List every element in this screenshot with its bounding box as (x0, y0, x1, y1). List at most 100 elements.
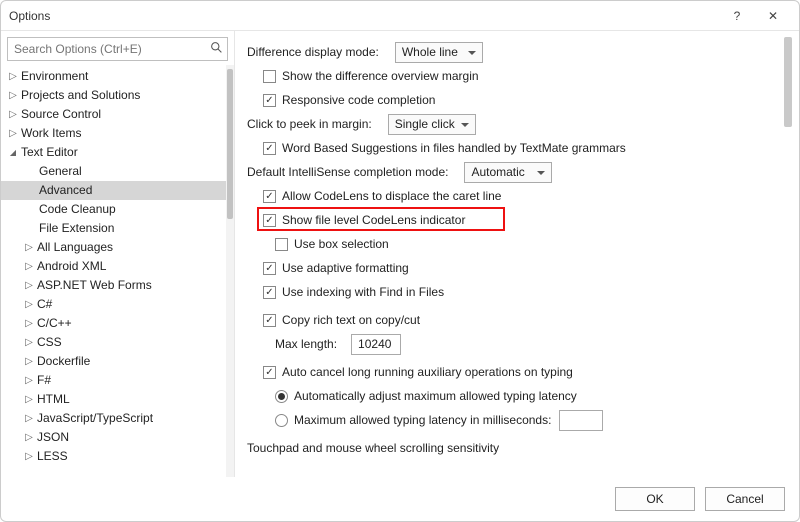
checkbox-icon[interactable] (263, 94, 276, 107)
checkbox-icon[interactable] (263, 366, 276, 379)
dialog-body: ▷Environment▷Projects and Solutions▷Sour… (1, 31, 799, 477)
row-show-diff-overview[interactable]: Show the difference overview margin (247, 65, 781, 87)
chevron-right-icon[interactable]: ▷ (23, 447, 35, 466)
tree-node[interactable]: ▷Source Control (1, 105, 226, 124)
search-icon (210, 41, 223, 57)
checkbox-icon[interactable] (263, 262, 276, 275)
tree-node[interactable]: ▷Dockerfile (1, 352, 226, 371)
tree-node-label: C/C++ (35, 314, 72, 333)
checkbox-icon[interactable] (263, 190, 276, 203)
tree-node-label: HTML (35, 390, 70, 409)
chevron-right-icon[interactable]: ▷ (7, 67, 19, 86)
chevron-right-icon[interactable]: ▷ (23, 428, 35, 447)
tree-node[interactable]: ▷C# (1, 295, 226, 314)
chevron-right-icon[interactable]: ▷ (7, 86, 19, 105)
row-use-adaptive-fmt[interactable]: Use adaptive formatting (247, 257, 781, 279)
click-peek-combo[interactable]: Single click (388, 114, 476, 135)
settings-content: Difference display mode: Whole line Show… (235, 31, 781, 477)
row-max-length: Max length: 10240 (247, 333, 781, 355)
tree-node-label: ASP.NET Web Forms (35, 276, 152, 295)
tree-node[interactable]: ▷Environment (1, 67, 226, 86)
tree-wrap: ▷Environment▷Projects and Solutions▷Sour… (1, 65, 234, 477)
checkbox-icon[interactable] (263, 214, 276, 227)
use-box-selection-label: Use box selection (294, 237, 389, 251)
checkbox-icon[interactable] (263, 314, 276, 327)
ok-label: OK (646, 492, 663, 506)
tree-node[interactable]: ▷Work Items (1, 124, 226, 143)
ok-button[interactable]: OK (615, 487, 695, 511)
tree-node[interactable]: Advanced (1, 181, 226, 200)
checkbox-icon[interactable] (275, 238, 288, 251)
tree-node[interactable]: ▷HTML (1, 390, 226, 409)
tree-node[interactable]: ▷ASP.NET Web Forms (1, 276, 226, 295)
max-latency-input[interactable] (559, 410, 603, 431)
tree-node-label: Projects and Solutions (19, 86, 140, 105)
row-copy-rich-text[interactable]: Copy rich text on copy/cut (247, 309, 781, 331)
chevron-right-icon[interactable]: ▷ (23, 409, 35, 428)
row-auto-adjust-latency[interactable]: Automatically adjust maximum allowed typ… (247, 385, 781, 407)
radio-icon[interactable] (275, 390, 288, 403)
intellisense-combo[interactable]: Automatic (464, 162, 552, 183)
chevron-right-icon[interactable]: ▷ (23, 371, 35, 390)
tree-node-label: F# (35, 371, 51, 390)
tree-scrollbar[interactable] (226, 65, 234, 477)
tree-node[interactable]: General (1, 162, 226, 181)
tree-node-label: File Extension (37, 219, 114, 238)
radio-icon[interactable] (275, 414, 288, 427)
copy-rich-text-label: Copy rich text on copy/cut (282, 313, 420, 327)
tree-node[interactable]: Code Cleanup (1, 200, 226, 219)
options-dialog: Options ? ✕ ▷Environment▷Projects and So… (0, 0, 800, 522)
tree-node[interactable]: File Extension (1, 219, 226, 238)
help-icon[interactable]: ? (719, 1, 755, 31)
row-auto-cancel[interactable]: Auto cancel long running auxiliary opera… (247, 361, 781, 383)
tree-node-label: Dockerfile (35, 352, 90, 371)
checkbox-icon[interactable] (263, 142, 276, 155)
search-input-wrap[interactable] (7, 37, 228, 61)
chevron-right-icon[interactable]: ▷ (23, 238, 35, 257)
max-latency-ms-label: Maximum allowed typing latency in millis… (294, 413, 551, 427)
tree-node[interactable]: ▷JavaScript/TypeScript (1, 409, 226, 428)
row-show-file-codelens[interactable]: Show file level CodeLens indicator (247, 209, 781, 231)
tree-node[interactable]: ▷All Languages (1, 238, 226, 257)
content-scrollbar[interactable] (783, 37, 793, 471)
cancel-button[interactable]: Cancel (705, 487, 785, 511)
tree-node[interactable]: ▷LESS (1, 447, 226, 466)
tree-node[interactable]: ▷Projects and Solutions (1, 86, 226, 105)
row-max-latency-ms[interactable]: Maximum allowed typing latency in millis… (247, 409, 781, 431)
chevron-right-icon[interactable]: ▷ (23, 295, 35, 314)
chevron-right-icon[interactable]: ▷ (23, 390, 35, 409)
diff-mode-label: Difference display mode: (247, 45, 379, 59)
tree-node[interactable]: ◢Text Editor (1, 143, 226, 162)
tree-node[interactable]: ▷Android XML (1, 257, 226, 276)
row-use-indexing[interactable]: Use indexing with Find in Files (247, 281, 781, 303)
tree-node[interactable]: ▷F# (1, 371, 226, 390)
chevron-right-icon[interactable]: ▷ (23, 314, 35, 333)
chevron-right-icon[interactable]: ▷ (23, 257, 35, 276)
chevron-down-icon[interactable]: ◢ (7, 143, 19, 162)
window-title: Options (9, 9, 719, 23)
tree-node[interactable]: ▷CSS (1, 333, 226, 352)
chevron-right-icon[interactable]: ▷ (23, 276, 35, 295)
row-touchpad-section: Touchpad and mouse wheel scrolling sensi… (247, 437, 781, 459)
chevron-right-icon[interactable]: ▷ (7, 105, 19, 124)
row-use-box-selection[interactable]: Use box selection (247, 233, 781, 255)
search-input[interactable] (12, 41, 210, 57)
content-scrollbar-thumb[interactable] (784, 37, 792, 127)
row-word-based[interactable]: Word Based Suggestions in files handled … (247, 137, 781, 159)
allow-codelens-label: Allow CodeLens to displace the caret lin… (282, 189, 501, 203)
diff-mode-combo[interactable]: Whole line (395, 42, 483, 63)
close-icon[interactable]: ✕ (755, 1, 791, 31)
row-responsive-completion[interactable]: Responsive code completion (247, 89, 781, 111)
checkbox-icon[interactable] (263, 70, 276, 83)
chevron-right-icon[interactable]: ▷ (23, 352, 35, 371)
chevron-right-icon[interactable]: ▷ (23, 333, 35, 352)
tree-node[interactable]: ▷C/C++ (1, 314, 226, 333)
max-length-input[interactable]: 10240 (351, 334, 401, 355)
tree-node[interactable]: ▷JSON (1, 428, 226, 447)
chevron-right-icon[interactable]: ▷ (7, 124, 19, 143)
row-allow-codelens[interactable]: Allow CodeLens to displace the caret lin… (247, 185, 781, 207)
tree-node-label: C# (35, 295, 52, 314)
options-tree[interactable]: ▷Environment▷Projects and Solutions▷Sour… (1, 65, 226, 477)
checkbox-icon[interactable] (263, 286, 276, 299)
tree-scrollbar-thumb[interactable] (227, 69, 233, 219)
